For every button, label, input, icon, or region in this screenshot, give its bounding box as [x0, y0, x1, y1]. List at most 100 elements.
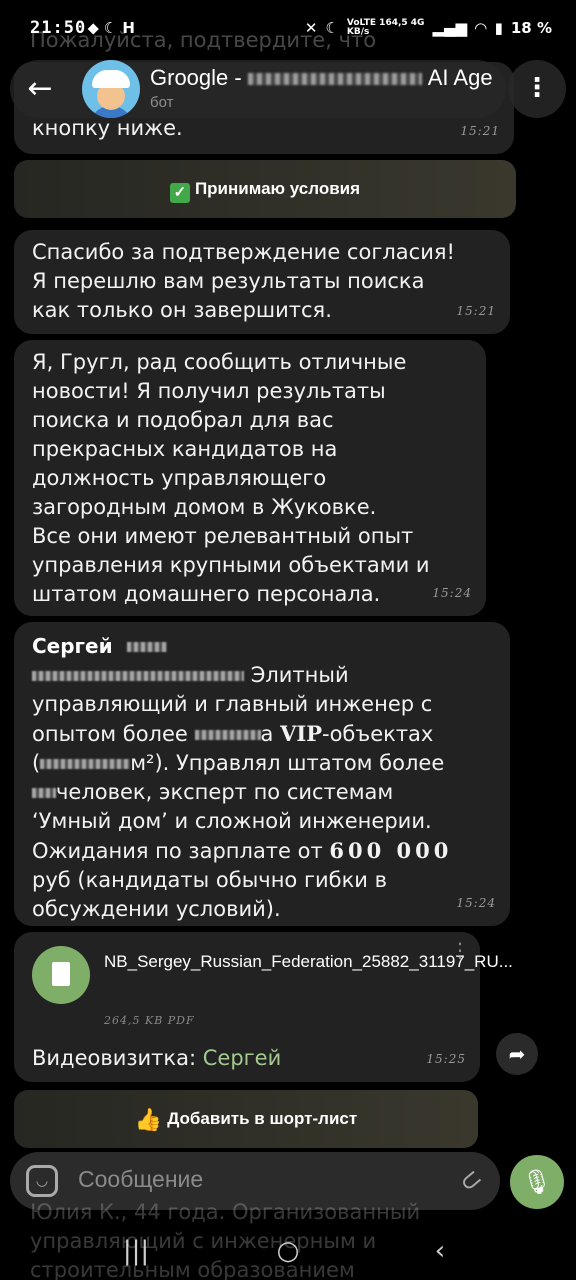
- more-options-button[interactable]: ⋮: [508, 60, 566, 118]
- message-line: управления крупными объектами и: [32, 553, 430, 577]
- chat-subtitle: бот: [150, 94, 174, 111]
- forward-button[interactable]: ➦: [496, 1033, 538, 1075]
- arrow-left-icon: ←: [27, 71, 53, 106]
- chat-header: ← Groogle - AI Age бот ⋮: [0, 52, 576, 128]
- wifi-icon: ◠: [475, 19, 487, 37]
- microphone-icon: 🎙: [521, 1168, 553, 1196]
- message-line: Все они имеют релевантный опыт: [32, 524, 414, 548]
- home-button[interactable]: ○: [268, 1236, 308, 1266]
- mute-icon: ✕: [304, 19, 318, 37]
- system-back-button[interactable]: ‹: [420, 1236, 460, 1266]
- file-caption: Видеовизитка: Сергей: [32, 1044, 281, 1073]
- status-bar: 21:50 ⬥ ☾ H ✕ ☾ VoLTE 164,5 4G KB/s ▂▄▆ …: [0, 0, 576, 58]
- message-line: (м²). Управлял штатом более: [32, 749, 492, 778]
- message-fragment: опытом более: [32, 722, 188, 746]
- message-line: опытом более а VIP-объектах: [32, 719, 492, 749]
- message-line: руб (кандидаты обычно гибки в: [32, 868, 387, 892]
- ghost-line: управляющий с инженерным и: [30, 1229, 377, 1253]
- battery-icon: ▮: [494, 19, 503, 37]
- battery-level: 18 %: [510, 19, 552, 37]
- message-line: управляющий и главный инженер с: [32, 692, 433, 716]
- message-bubble-3: Я, Гругл, рад сообщить отличные новости!…: [14, 340, 486, 616]
- ghost-line: строительным образованием: [30, 1258, 355, 1280]
- scrolled-message-text: Юлия К., 44 года. Организованный управля…: [30, 1198, 420, 1280]
- network-speed-unit: KB/s: [346, 27, 370, 37]
- message-line: поиска и подобрал для вас: [32, 408, 334, 432]
- voice-record-button[interactable]: 🎙: [510, 1155, 564, 1209]
- message-bubble-2: Спасибо за подтверждение согласия! Я пер…: [14, 230, 510, 334]
- status-right: ✕ ☾ VoLTE 164,5 4G KB/s ▂▄▆ ◠ ▮ 18 %: [304, 19, 552, 38]
- status-time: 21:50: [30, 18, 87, 38]
- message-line: загородным домом в Жуковке.: [32, 495, 377, 519]
- file-download-button[interactable]: [32, 946, 90, 1004]
- message-line: как только он завершится.: [32, 298, 332, 322]
- file-message-bubble: NB_Sergey_Russian_Federation_25882_31197…: [14, 932, 513, 1082]
- message-fragment: Элитный: [250, 663, 349, 687]
- message-fragment: VIP: [280, 721, 322, 746]
- redacted-text: [127, 642, 168, 652]
- thumbs-up-icon: 👍: [134, 1107, 163, 1132]
- message-line: новости! Я получил результаты: [32, 379, 386, 403]
- network-speed: VoLTE 164,5 4G KB/s: [347, 19, 425, 37]
- attach-button[interactable]: ⊂: [447, 1157, 495, 1205]
- message-line: штатом домашнего персонала.: [32, 582, 381, 606]
- accept-terms-button[interactable]: ✓ Принимаю условия: [14, 160, 516, 218]
- message-line: должность управляющего: [32, 466, 327, 490]
- caption-name: Сергей: [202, 1046, 282, 1070]
- redacted-text: [40, 759, 131, 769]
- more-vertical-icon: ⋮: [450, 938, 470, 962]
- signal-icon: ▂▄▆: [432, 19, 468, 37]
- message-time: 15:25: [426, 1052, 466, 1066]
- chat-title-end: AI Age: [427, 65, 493, 90]
- message-line: обсуждении условий).: [32, 897, 281, 921]
- message-line: прекрасных кандидатов на: [32, 437, 338, 461]
- file-menu-button[interactable]: ⋮: [450, 940, 470, 960]
- message-line: человек, эксперт по системам: [32, 778, 492, 807]
- add-to-shortlist-button[interactable]: 👍 Добавить в шорт-лист: [14, 1090, 478, 1148]
- document-icon: [52, 962, 70, 986]
- bot-avatar[interactable]: [82, 60, 140, 118]
- message-bubble-4: Сергей Элитный управляющий и главный инж…: [14, 622, 510, 926]
- message-time: 15:24: [456, 896, 496, 910]
- redacted-text: [32, 788, 56, 798]
- system-nav-bar: Юлия К., 44 года. Организованный управля…: [0, 1200, 576, 1280]
- salary-value: 600 000: [329, 838, 453, 863]
- notification-icons: ⬥ ☾ H: [88, 19, 135, 37]
- message-fragment: -объектах: [322, 722, 434, 746]
- chat-title-start: Groogle -: [150, 65, 242, 90]
- accept-terms-label: Принимаю условия: [194, 179, 361, 198]
- redacted-text: [194, 730, 261, 740]
- message-fragment: человек, эксперт по системам: [56, 780, 394, 804]
- redacted-text: [32, 671, 244, 681]
- sender-name: Сергей: [32, 634, 113, 658]
- message-line: Я, Гругл, рад сообщить отличные: [32, 350, 407, 374]
- recents-button[interactable]: |||: [116, 1236, 156, 1266]
- message-time: 15:24: [432, 586, 472, 600]
- file-size: 264,5 KB PDF: [104, 1014, 195, 1027]
- dnd-icon: ☾: [325, 19, 339, 37]
- sender-line: Сергей: [32, 632, 492, 661]
- message-line: Спасибо за подтверждение согласия!: [32, 240, 455, 264]
- home-icon: ○: [276, 1236, 300, 1266]
- chevron-left-icon: ‹: [434, 1236, 446, 1266]
- smile-icon: ◡: [35, 1173, 49, 1189]
- paperclip-icon: ⊂: [453, 1162, 489, 1200]
- message-time: 15:21: [456, 304, 496, 318]
- add-to-shortlist-label: Добавить в шорт-лист: [167, 1109, 358, 1128]
- chat-title[interactable]: Groogle - AI Age: [150, 65, 493, 91]
- more-vertical-icon: ⋮: [524, 73, 550, 103]
- avatar-cap: [92, 70, 130, 88]
- message-input[interactable]: Сообщение: [78, 1166, 203, 1193]
- file-name[interactable]: NB_Sergey_Russian_Federation_25882_31197…: [104, 950, 513, 974]
- caption-label: Видеовизитка:: [32, 1046, 197, 1070]
- recents-icon: |||: [122, 1236, 150, 1266]
- message-line: Я перешлю вам результаты поиска: [32, 269, 425, 293]
- message-fragment: а: [260, 722, 274, 746]
- forward-arrow-icon: ➦: [508, 1042, 526, 1066]
- back-button[interactable]: ←: [14, 64, 66, 116]
- check-icon: ✓: [169, 183, 190, 203]
- message-line: ‘Умный дом’ и сложной инженерии.: [32, 809, 432, 833]
- message-fragment: (: [32, 751, 41, 775]
- message-line: Элитный: [32, 661, 492, 690]
- emoji-button[interactable]: ◡: [26, 1165, 58, 1197]
